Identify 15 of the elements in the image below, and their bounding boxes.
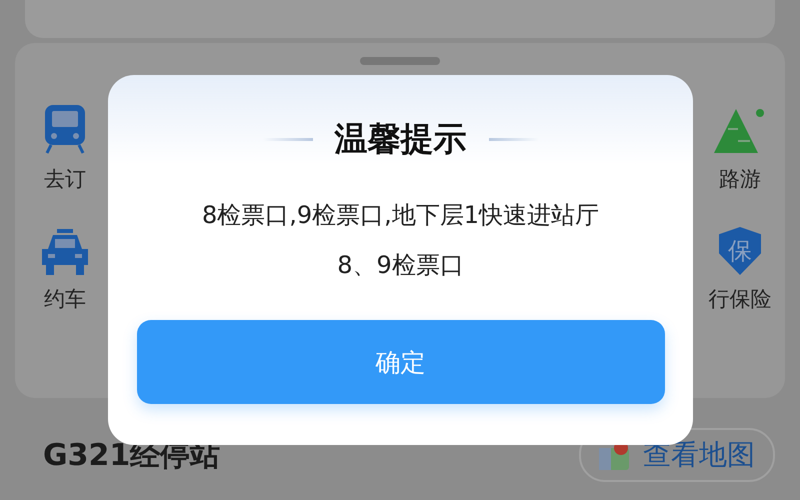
decor-line — [488, 138, 538, 141]
dialog-title: 温馨提示 — [334, 118, 466, 160]
dialog-message: 8、9检票口 — [337, 250, 464, 281]
feature-label[interactable]: 去订 — [44, 165, 86, 193]
decor-line — [262, 138, 312, 141]
drag-handle[interactable] — [360, 57, 440, 65]
car-icon — [40, 229, 90, 275]
feature-label[interactable]: 路游 — [719, 165, 761, 193]
mountain-icon — [714, 107, 766, 155]
shield-icon: 保 — [719, 227, 761, 275]
feature-label[interactable]: 行保险 — [708, 285, 772, 313]
feature-label[interactable]: 约车 — [44, 285, 86, 313]
train-icon — [43, 105, 87, 155]
confirm-button[interactable]: 确定 — [136, 320, 664, 404]
dialog-message: 8检票口,9检票口,地下层1快速进站厅 — [202, 200, 600, 231]
